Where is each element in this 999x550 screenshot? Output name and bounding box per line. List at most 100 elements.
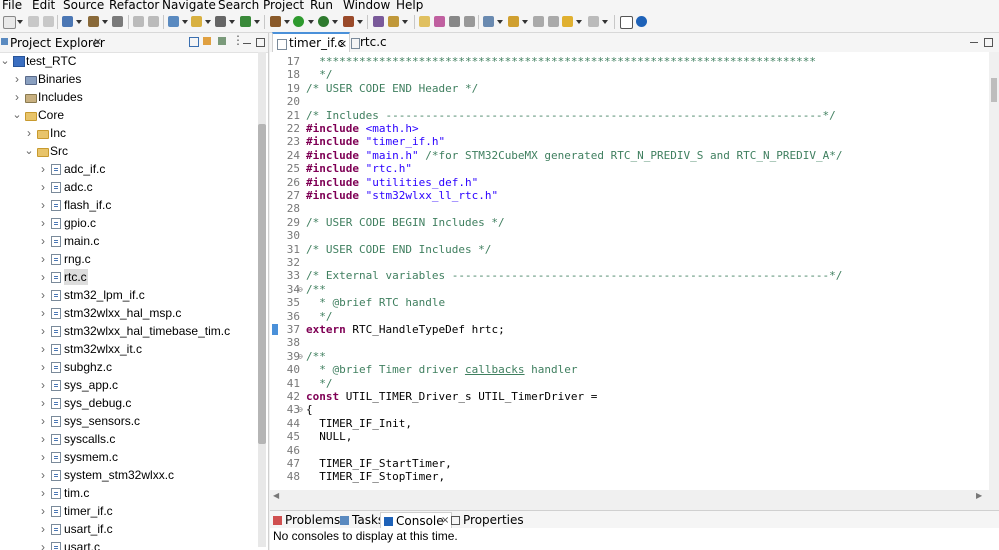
pilcrow-icon[interactable] (464, 16, 475, 27)
block-select-icon[interactable] (434, 16, 445, 27)
menu-help[interactable]: Help (396, 0, 423, 12)
new-class-icon[interactable] (168, 16, 179, 27)
save-all-icon[interactable] (43, 16, 54, 27)
save-icon[interactable] (28, 16, 39, 27)
chevron-down-icon[interactable]: ⌄ (24, 142, 34, 160)
chevron-right-icon[interactable]: › (38, 160, 48, 178)
minimize-icon[interactable] (970, 42, 978, 43)
editor-scrollbar-thumb[interactable] (991, 78, 997, 102)
chevron-right-icon[interactable]: › (12, 88, 22, 106)
chevron-down-icon[interactable] (182, 20, 188, 24)
tab-problems[interactable]: Problems (273, 512, 340, 528)
tree-item[interactable]: › sysmem.c (0, 448, 256, 466)
tree-item[interactable]: › usart_if.c (0, 520, 256, 538)
tree-item[interactable]: › sys_app.c (0, 376, 256, 394)
chevron-right-icon[interactable]: › (38, 358, 48, 376)
build-icon[interactable] (62, 16, 73, 27)
tree-item[interactable]: › Includes (0, 88, 256, 106)
tree-item[interactable]: › Binaries (0, 70, 256, 88)
chevron-down-icon[interactable] (17, 20, 23, 24)
collapse-all-icon[interactable] (189, 37, 199, 47)
chevron-down-icon[interactable] (522, 20, 528, 24)
open-folder-icon[interactable] (191, 16, 202, 27)
whitespace-icon[interactable] (449, 16, 460, 27)
tab-console[interactable]: Console × (380, 512, 452, 529)
tree-item[interactable]: › adc_if.c (0, 160, 256, 178)
chevron-down-icon[interactable] (576, 20, 582, 24)
chevron-right-icon[interactable]: › (38, 538, 48, 550)
tab-timer-if-c[interactable]: timer_if.c × (272, 32, 350, 53)
tab-tasks[interactable]: Tasks (340, 512, 384, 528)
back-icon[interactable] (562, 16, 573, 27)
project-explorer-title[interactable]: Project Explorer (10, 36, 105, 50)
editor-horizontal-scrollbar[interactable]: ◀ ▶ (270, 490, 989, 500)
chevron-right-icon[interactable]: › (38, 268, 48, 286)
chevron-down-icon[interactable] (332, 20, 338, 24)
chevron-right-icon[interactable]: › (38, 502, 48, 520)
chevron-right-icon[interactable]: › (38, 484, 48, 502)
maximize-icon[interactable] (984, 38, 993, 47)
chevron-down-icon[interactable] (229, 20, 235, 24)
close-icon[interactable]: × (93, 35, 102, 48)
chevron-right-icon[interactable]: › (38, 394, 48, 412)
highlight-icon[interactable] (419, 16, 430, 27)
chevron-right-icon[interactable]: › (38, 304, 48, 322)
terminal-icon[interactable] (215, 16, 226, 27)
fold-toggle-icon[interactable]: ⊖ (298, 403, 303, 416)
tree-item[interactable]: › rtc.c (0, 268, 256, 286)
chevron-right-icon[interactable]: › (38, 322, 48, 340)
chevron-right-icon[interactable]: › (38, 412, 48, 430)
chevron-right-icon[interactable]: › (38, 250, 48, 268)
chevron-down-icon[interactable] (602, 20, 608, 24)
chevron-down-icon[interactable] (357, 20, 363, 24)
external-tools-icon[interactable] (343, 16, 354, 27)
last-edit-icon[interactable] (533, 16, 544, 27)
menu-search[interactable]: Search (218, 0, 259, 12)
chevron-right-icon[interactable]: › (38, 430, 48, 448)
chevron-right-icon[interactable]: › (38, 232, 48, 250)
chevron-right-icon[interactable]: › (38, 466, 48, 484)
brush-icon[interactable] (388, 16, 399, 27)
close-icon[interactable]: × (338, 34, 347, 53)
menu-edit[interactable]: Edit (32, 0, 55, 12)
tab-properties[interactable]: Properties (451, 512, 524, 528)
chevron-down-icon[interactable] (284, 20, 290, 24)
chevron-down-icon[interactable] (402, 20, 408, 24)
tree-item[interactable]: › tim.c (0, 484, 256, 502)
chevron-down-icon[interactable] (205, 20, 211, 24)
view-menu-icon[interactable]: ⋮ (232, 33, 244, 47)
close-icon[interactable]: × (441, 513, 449, 529)
chevron-down-icon[interactable] (102, 20, 108, 24)
chevron-right-icon[interactable]: › (38, 286, 48, 304)
tree-item[interactable]: › usart.c (0, 538, 256, 550)
tree-item[interactable]: › stm32wlxx_it.c (0, 340, 256, 358)
tree-item[interactable]: › gpio.c (0, 214, 256, 232)
device-icon[interactable] (112, 16, 123, 27)
scroll-left-icon[interactable]: ◀ (273, 491, 279, 500)
refresh-icon[interactable] (240, 16, 251, 27)
chevron-right-icon[interactable]: › (24, 124, 34, 142)
tree-item[interactable]: › flash_if.c (0, 196, 256, 214)
menu-refactor[interactable]: Refactor (109, 0, 159, 12)
tree-item[interactable]: › Inc (0, 124, 256, 142)
run-icon[interactable] (293, 16, 304, 27)
chevron-right-icon[interactable]: › (38, 196, 48, 214)
tree-item[interactable]: ⌄ Core (0, 106, 256, 124)
tree-item[interactable]: ⌄ Src (0, 142, 256, 160)
tree-item[interactable]: › subghz.c (0, 358, 256, 376)
perspective-icon[interactable] (620, 16, 633, 29)
chevron-right-icon[interactable]: › (38, 214, 48, 232)
tree-item[interactable]: › sys_debug.c (0, 394, 256, 412)
chevron-down-icon[interactable] (76, 20, 82, 24)
tree-item[interactable]: › stm32wlxx_hal_timebase_tim.c (0, 322, 256, 340)
menu-window[interactable]: Window (343, 0, 390, 12)
tab-rtc-c[interactable]: rtc.c (350, 33, 400, 52)
menu-navigate[interactable]: Navigate (162, 0, 216, 12)
menu-file[interactable]: File (2, 0, 22, 12)
chevron-right-icon[interactable]: › (38, 178, 48, 196)
tree-item[interactable]: › adc.c (0, 178, 256, 196)
explorer-scrollbar-thumb[interactable] (258, 124, 266, 444)
run-config-icon[interactable] (318, 16, 329, 27)
tree-item[interactable]: › timer_if.c (0, 502, 256, 520)
chevron-right-icon[interactable]: › (38, 520, 48, 538)
